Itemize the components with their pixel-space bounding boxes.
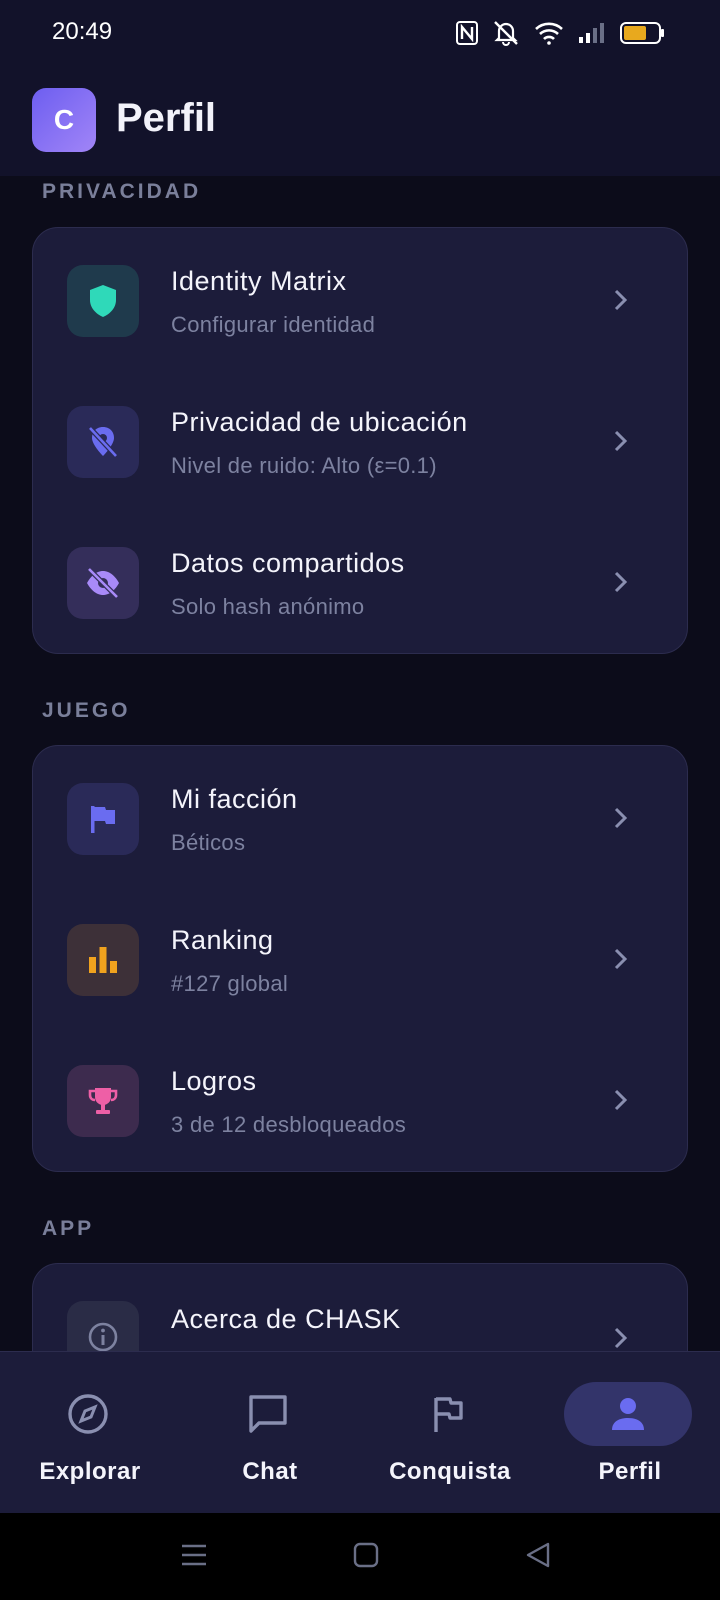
nav-item-conquista[interactable]: Conquista	[360, 1352, 540, 1514]
nav-label: Conquista	[389, 1458, 511, 1485]
status-time: 20:49	[52, 18, 113, 45]
section-label-game: JUEGO	[42, 699, 131, 722]
section-label-privacy: PRIVACIDAD	[42, 180, 202, 203]
row-subtitle: Configurar identidad	[171, 312, 376, 337]
menu-icon[interactable]	[180, 1541, 208, 1569]
row-title: Identity Matrix	[171, 266, 347, 296]
privacy-card: Identity Matrix Configurar identidad Pri…	[32, 227, 688, 654]
row-icon-box	[67, 783, 139, 855]
chevron-right-icon	[614, 571, 628, 593]
location-off-icon	[88, 426, 118, 458]
info-icon	[88, 1322, 118, 1351]
nav-item-chat[interactable]: Chat	[180, 1352, 360, 1514]
row-subtitle: #127 global	[171, 971, 289, 996]
row-title: Privacidad de ubicación	[171, 407, 468, 437]
row-subtitle: Nivel de ruido: Alto (ε=0.1)	[171, 453, 437, 478]
bottom-nav: Explorar Chat Conquista Perfil	[0, 1351, 720, 1513]
settings-row-location-privacy[interactable]: Privacidad de ubicación Nivel de ruido: …	[33, 369, 687, 513]
row-icon-box	[67, 265, 139, 337]
wifi-icon	[535, 22, 563, 45]
back-icon[interactable]	[524, 1541, 552, 1569]
row-title: Acerca de CHASK	[171, 1304, 401, 1334]
bell-off-icon	[494, 21, 518, 46]
row-title: Logros	[171, 1066, 257, 1096]
trophy-icon	[88, 1088, 118, 1114]
row-title: Datos compartidos	[171, 548, 405, 578]
flag-icon	[91, 806, 115, 833]
system-nav-bar	[0, 1513, 720, 1600]
row-icon-box	[67, 406, 139, 478]
row-title: Mi facción	[171, 784, 298, 814]
settings-row-shared-data[interactable]: Datos compartidos Solo hash anónimo	[33, 510, 687, 654]
row-title: Ranking	[171, 925, 274, 955]
settings-row-ranking[interactable]: Ranking #127 global	[33, 887, 687, 1031]
settings-row-achievements[interactable]: Logros 3 de 12 desbloqueados	[33, 1028, 687, 1172]
chevron-right-icon	[614, 289, 628, 311]
chevron-right-icon	[614, 430, 628, 452]
settings-row-my-faction[interactable]: Mi facción Béticos	[33, 746, 687, 890]
bar-chart-icon	[89, 947, 117, 973]
row-icon-box	[67, 1301, 139, 1351]
section-label-app: APP	[42, 1217, 95, 1240]
page-title: Perfil	[116, 96, 217, 140]
row-icon-box	[67, 924, 139, 996]
row-icon-box	[67, 1065, 139, 1137]
battery-icon	[620, 22, 664, 44]
row-subtitle: 3 de 12 desbloqueados	[171, 1112, 407, 1137]
chevron-right-icon	[614, 948, 628, 970]
status-icons	[456, 20, 666, 46]
nav-label: Explorar	[39, 1458, 141, 1485]
nav-item-explorar[interactable]: Explorar	[0, 1352, 180, 1514]
flag-outline-icon	[434, 1397, 463, 1432]
chevron-right-icon	[614, 807, 628, 829]
nav-label: Chat	[242, 1458, 298, 1485]
settings-row-about[interactable]: Acerca de CHASK	[33, 1264, 687, 1351]
home-icon[interactable]	[352, 1541, 380, 1569]
game-card: Mi facción Béticos Ranking #127 global L…	[32, 745, 688, 1172]
app-header: C Perfil	[0, 66, 720, 176]
chevron-right-icon	[614, 1327, 628, 1349]
row-icon-box	[67, 547, 139, 619]
nfc-icon	[456, 21, 478, 45]
signal-icon	[579, 23, 604, 43]
chat-icon	[249, 1395, 287, 1433]
compass-icon	[68, 1394, 108, 1434]
nav-item-perfil[interactable]: Perfil	[540, 1352, 720, 1514]
row-subtitle: Béticos	[171, 830, 246, 855]
settings-content[interactable]: PRIVACIDAD Identity Matrix Configurar id…	[0, 176, 720, 1351]
nav-label: Perfil	[598, 1458, 662, 1485]
app-card: Acerca de CHASK	[32, 1263, 688, 1351]
status-bar: 20:49	[0, 0, 720, 66]
avatar[interactable]: C	[32, 88, 96, 152]
eye-off-icon	[87, 567, 119, 599]
shield-icon	[90, 285, 116, 317]
avatar-letter: C	[53, 104, 75, 135]
settings-row-identity-matrix[interactable]: Identity Matrix Configurar identidad	[33, 228, 687, 372]
row-subtitle: Solo hash anónimo	[171, 594, 365, 619]
person-icon	[612, 1398, 644, 1430]
chevron-right-icon	[614, 1089, 628, 1111]
